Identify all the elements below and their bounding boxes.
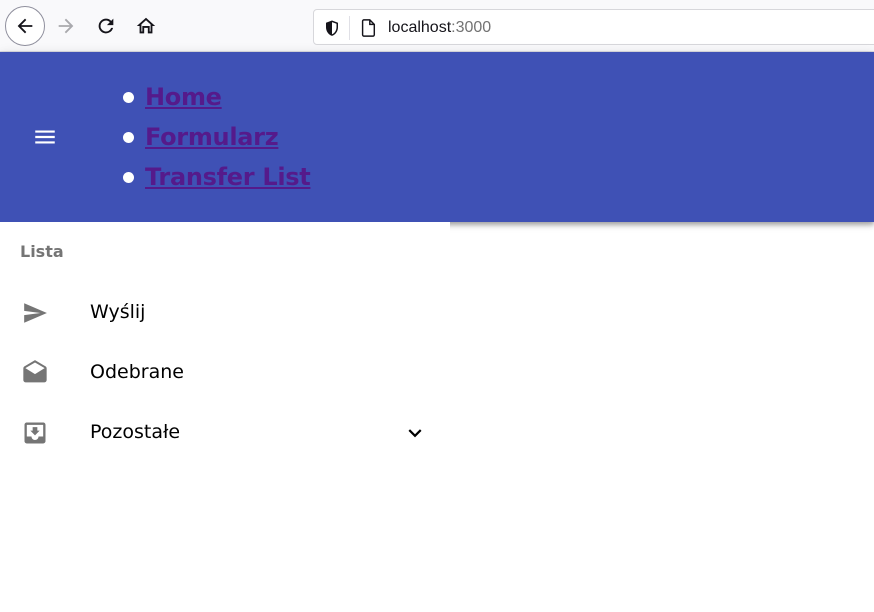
send-icon — [20, 300, 50, 326]
url-bar[interactable]: localhost:3000 — [313, 9, 874, 45]
nav-item-home: Home — [123, 77, 310, 117]
url-text[interactable]: localhost:3000 — [388, 18, 491, 38]
list-item-label: Odebrane — [90, 361, 184, 383]
bullet — [123, 92, 134, 103]
nav-link-formularz[interactable]: Formularz — [145, 123, 279, 151]
menu-button[interactable] — [21, 113, 69, 161]
reload-button[interactable] — [86, 6, 126, 46]
home-button[interactable] — [126, 6, 166, 46]
forward-button[interactable] — [46, 6, 86, 46]
shield-icon[interactable] — [322, 18, 342, 38]
list-item-inbox[interactable]: Odebrane — [0, 342, 450, 402]
chevron-down-icon[interactable] — [402, 421, 428, 445]
list-item-label: Pozostałe — [90, 421, 181, 443]
list-item-label: Wyślij — [90, 301, 146, 323]
page-icon[interactable] — [358, 18, 378, 38]
arrow-left-icon — [17, 18, 33, 34]
bullet — [123, 132, 134, 143]
list-subheader: Lista — [20, 242, 64, 261]
nav-links: Home Formularz Transfer List — [123, 77, 311, 197]
home-icon — [136, 17, 156, 34]
nav-link-transfer-list[interactable]: Transfer List — [145, 163, 311, 191]
back-button[interactable] — [5, 6, 45, 46]
browser-toolbar: localhost:3000 — [0, 0, 874, 52]
drawer-list: Lista Wyślij Odebrane Pozostałe — [0, 222, 450, 612]
bullet — [123, 172, 134, 183]
url-port: :3000 — [451, 19, 492, 36]
list-item-other[interactable]: Pozostałe — [0, 402, 450, 462]
hamburger-menu-icon — [35, 130, 55, 144]
list-item-send[interactable]: Wyślij — [0, 282, 450, 342]
move-to-inbox-icon — [20, 420, 50, 446]
nav-item-formularz: Formularz — [123, 117, 310, 157]
url-separator — [349, 16, 350, 40]
url-host: localhost — [388, 19, 452, 36]
nav-item-transfer-list: Transfer List — [123, 157, 311, 197]
app-bar: Home Formularz Transfer List — [0, 52, 874, 222]
reload-icon — [98, 18, 114, 34]
arrow-right-icon — [58, 18, 74, 34]
drafts-icon — [20, 360, 50, 386]
nav-link-home[interactable]: Home — [145, 83, 222, 111]
